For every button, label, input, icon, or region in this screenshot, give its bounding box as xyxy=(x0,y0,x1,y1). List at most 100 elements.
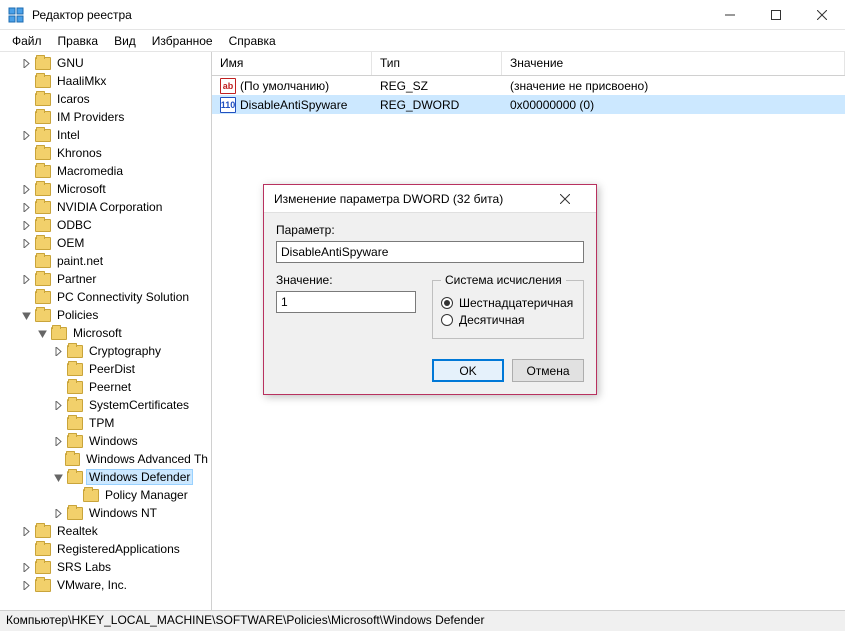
chevron-right-icon[interactable] xyxy=(20,129,32,141)
tree-item[interactable]: Policies xyxy=(0,306,211,324)
tree-item[interactable]: Icaros xyxy=(0,90,211,108)
maximize-button[interactable] xyxy=(753,0,799,30)
window-controls xyxy=(707,0,845,30)
tree-item-label: Cryptography xyxy=(86,344,164,358)
chevron-right-icon[interactable] xyxy=(20,579,32,591)
chevron-right-icon[interactable] xyxy=(20,273,32,285)
tree-item-label: Macromedia xyxy=(54,164,126,178)
tree-item-label: Intel xyxy=(54,128,83,142)
tree-item[interactable]: Realtek xyxy=(0,522,211,540)
tree-item[interactable]: paint.net xyxy=(0,252,211,270)
chevron-right-icon[interactable] xyxy=(52,435,64,447)
dialog-close-button[interactable] xyxy=(560,194,586,204)
tree-item-label: Microsoft xyxy=(54,182,109,196)
ok-button[interactable]: OK xyxy=(432,359,504,382)
menu-file[interactable]: Файл xyxy=(4,32,50,50)
value-input[interactable] xyxy=(276,291,416,313)
tree-item-label: SRS Labs xyxy=(54,560,114,574)
chevron-right-icon[interactable] xyxy=(52,507,64,519)
menubar: Файл Правка Вид Избранное Справка xyxy=(0,30,845,52)
menu-edit[interactable]: Правка xyxy=(50,32,107,50)
tree-item[interactable]: PC Connectivity Solution xyxy=(0,288,211,306)
tree-item-label: OEM xyxy=(54,236,87,250)
chevron-right-icon[interactable] xyxy=(20,237,32,249)
column-value[interactable]: Значение xyxy=(502,52,845,75)
tree-item[interactable]: GNU xyxy=(0,54,211,72)
radix-group: Система исчисления Шестнадцатеричная Дес… xyxy=(432,273,584,339)
tree-item-label: HaaliMkx xyxy=(54,74,109,88)
folder-icon xyxy=(35,237,51,250)
chevron-down-icon[interactable] xyxy=(20,309,32,321)
radix-hex-option[interactable]: Шестнадцатеричная xyxy=(441,296,575,310)
chevron-right-icon[interactable] xyxy=(20,219,32,231)
chevron-right-icon[interactable] xyxy=(20,201,32,213)
tree-leaf-spacer xyxy=(20,165,32,177)
column-type[interactable]: Тип xyxy=(372,52,502,75)
column-name[interactable]: Имя xyxy=(212,52,372,75)
folder-icon xyxy=(35,129,51,142)
radix-dec-label: Десятичная xyxy=(459,313,525,327)
tree-item-label: Khronos xyxy=(54,146,105,160)
tree-leaf-spacer xyxy=(52,381,64,393)
folder-icon xyxy=(35,543,51,556)
tree-item[interactable]: Windows xyxy=(0,432,211,450)
tree-item-label: Realtek xyxy=(54,524,101,538)
minimize-button[interactable] xyxy=(707,0,753,30)
tree-item[interactable]: Partner xyxy=(0,270,211,288)
tree-item[interactable]: Windows Advanced Th xyxy=(0,450,211,468)
tree-item[interactable]: NVIDIA Corporation xyxy=(0,198,211,216)
tree-item[interactable]: VMware, Inc. xyxy=(0,576,211,594)
tree-item-label: Peernet xyxy=(86,380,134,394)
tree-item[interactable]: OEM xyxy=(0,234,211,252)
string-value-icon: ab xyxy=(220,78,236,94)
radix-dec-option[interactable]: Десятичная xyxy=(441,313,575,327)
tree-item-label: VMware, Inc. xyxy=(54,578,130,592)
chevron-right-icon[interactable] xyxy=(20,525,32,537)
tree-item[interactable]: SRS Labs xyxy=(0,558,211,576)
folder-icon xyxy=(35,561,51,574)
chevron-right-icon[interactable] xyxy=(52,399,64,411)
cancel-button[interactable]: Отмена xyxy=(512,359,584,382)
dialog-titlebar[interactable]: Изменение параметра DWORD (32 бита) xyxy=(264,185,596,213)
tree-item[interactable]: RegisteredApplications xyxy=(0,540,211,558)
param-input[interactable] xyxy=(276,241,584,263)
tree-item[interactable]: Macromedia xyxy=(0,162,211,180)
tree-item[interactable]: Windows NT xyxy=(0,504,211,522)
tree-item[interactable]: ODBC xyxy=(0,216,211,234)
tree-item[interactable]: PeerDist xyxy=(0,360,211,378)
tree-item[interactable]: Microsoft xyxy=(0,180,211,198)
tree-item[interactable]: IM Providers xyxy=(0,108,211,126)
menu-help[interactable]: Справка xyxy=(221,32,284,50)
chevron-down-icon[interactable] xyxy=(52,471,64,483)
tree-item[interactable]: Cryptography xyxy=(0,342,211,360)
chevron-right-icon[interactable] xyxy=(52,345,64,357)
tree-item-label: Policies xyxy=(54,308,101,322)
tree-item[interactable]: Peernet xyxy=(0,378,211,396)
tree-item-label: Icaros xyxy=(54,92,93,106)
tree-item[interactable]: TPM xyxy=(0,414,211,432)
tree-item[interactable]: SystemCertificates xyxy=(0,396,211,414)
chevron-down-icon[interactable] xyxy=(36,327,48,339)
window-title: Редактор реестра xyxy=(32,8,707,22)
list-row[interactable]: ab(По умолчанию)REG_SZ(значение не присв… xyxy=(212,76,845,95)
chevron-right-icon[interactable] xyxy=(20,183,32,195)
tree-item[interactable]: Microsoft xyxy=(0,324,211,342)
tree-leaf-spacer xyxy=(20,75,32,87)
list-row[interactable]: 110DisableAntiSpywareREG_DWORD0x00000000… xyxy=(212,95,845,114)
chevron-right-icon[interactable] xyxy=(20,57,32,69)
tree-item[interactable]: Windows Defender xyxy=(0,468,211,486)
chevron-right-icon[interactable] xyxy=(20,561,32,573)
tree-item[interactable]: Intel xyxy=(0,126,211,144)
menu-view[interactable]: Вид xyxy=(106,32,144,50)
tree-item[interactable]: Policy Manager xyxy=(0,486,211,504)
close-button[interactable] xyxy=(799,0,845,30)
menu-favorites[interactable]: Избранное xyxy=(144,32,221,50)
tree-pane[interactable]: GNU HaaliMkx Icaros IM Providers Intel Khrono… xyxy=(0,52,212,610)
tree-item[interactable]: Khronos xyxy=(0,144,211,162)
param-label: Параметр: xyxy=(276,223,584,237)
edit-dword-dialog: Изменение параметра DWORD (32 бита) Пара… xyxy=(263,184,597,395)
radio-icon xyxy=(441,314,453,326)
registry-tree: GNU HaaliMkx Icaros IM Providers Intel Khrono… xyxy=(0,54,211,594)
tree-item-label: Policy Manager xyxy=(102,488,191,502)
tree-item[interactable]: HaaliMkx xyxy=(0,72,211,90)
